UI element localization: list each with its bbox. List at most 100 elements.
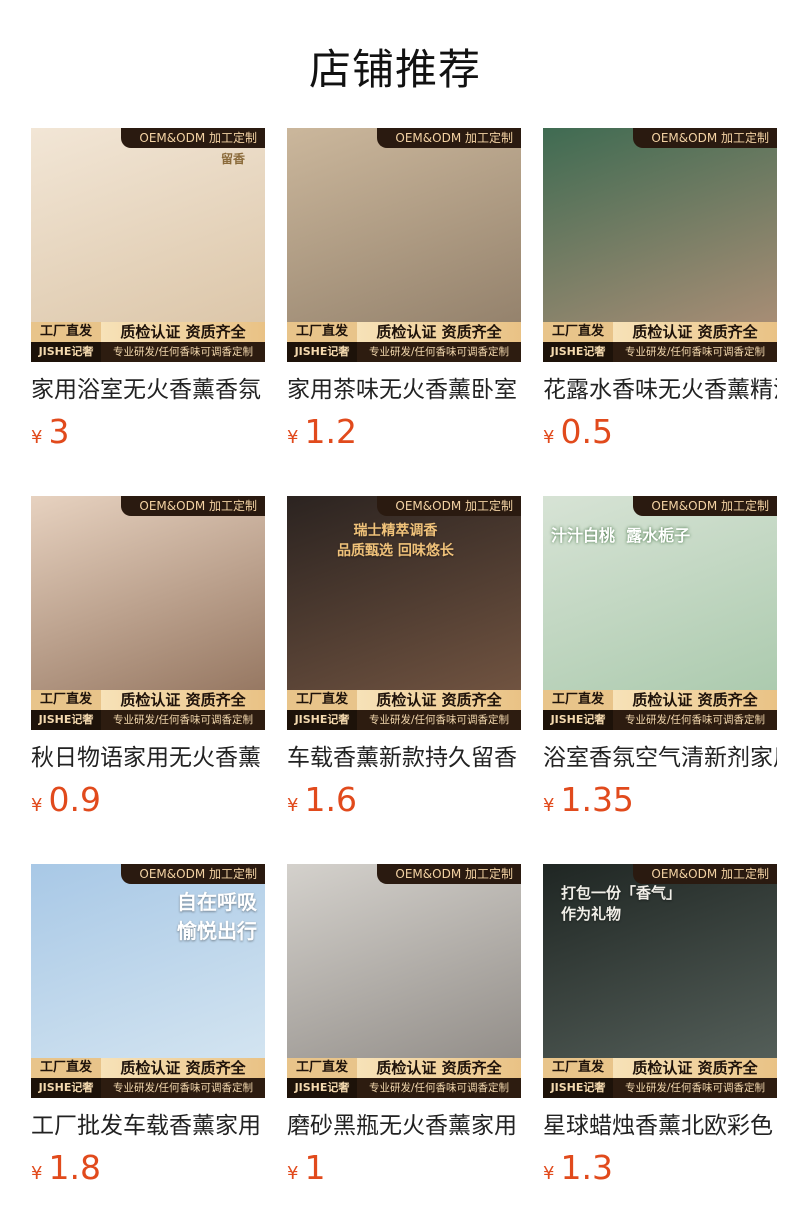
product-card[interactable]: OEM&ODM 加工定制 工厂直发 JISHE记奢 质检认证 资质齐全 专业研发… bbox=[543, 864, 777, 1188]
brand-label: JISHE记奢 bbox=[543, 710, 613, 730]
factory-label: 工厂直发 bbox=[287, 1058, 357, 1078]
service-label: 专业研发/任何香味可调香定制 bbox=[357, 1078, 521, 1098]
factory-label: 工厂直发 bbox=[31, 690, 101, 710]
oem-tag: OEM&ODM 加工定制 bbox=[633, 496, 777, 516]
product-price: ¥0.5 bbox=[543, 412, 777, 452]
product-image[interactable]: OEM&ODM 加工定制 工厂直发 JISHE记奢 质检认证 资质齐全 专业研发… bbox=[287, 864, 521, 1098]
currency-symbol: ¥ bbox=[287, 1163, 299, 1184]
product-card[interactable]: OEM&ODM 加工定制 工厂直发 JISHE记奢 质检认证 资质齐全 专业研发… bbox=[31, 496, 265, 820]
currency-symbol: ¥ bbox=[31, 427, 43, 448]
factory-label: 工厂直发 bbox=[31, 322, 101, 342]
product-image[interactable]: OEM&ODM 加工定制 工厂直发 JISHE记奢 质检认证 资质齐全 专业研发… bbox=[31, 864, 265, 1098]
product-card[interactable]: OEM&ODM 加工定制 工厂直发 JISHE记奢 质检认证 资质齐全 专业研发… bbox=[287, 496, 521, 820]
image-overlay-text: 留香 bbox=[220, 152, 245, 166]
product-grid: OEM&ODM 加工定制 工厂直发 JISHE记奢 质检认证 资质齐全 专业研发… bbox=[0, 0, 790, 1232]
price-value: 0.9 bbox=[48, 780, 101, 819]
oem-tag: OEM&ODM 加工定制 bbox=[121, 128, 265, 148]
price-value: 1 bbox=[304, 1148, 326, 1187]
product-name[interactable]: 星球蜡烛香薰北欧彩色 bbox=[543, 1110, 777, 1142]
product-card[interactable]: OEM&ODM 加工定制 工厂直发 JISHE记奢 质检认证 资质齐全 专业研发… bbox=[31, 864, 265, 1188]
currency-symbol: ¥ bbox=[31, 1163, 43, 1184]
product-name[interactable]: 浴室香氛空气清新剂家用 bbox=[543, 742, 777, 774]
service-label: 专业研发/任何香味可调香定制 bbox=[357, 710, 521, 730]
promo-banner: 工厂直发 JISHE记奢 质检认证 资质齐全 专业研发/任何香味可调香定制 bbox=[31, 690, 265, 730]
product-name[interactable]: 磨砂黑瓶无火香薰家用 bbox=[287, 1110, 521, 1142]
product-price: ¥1.6 bbox=[287, 780, 521, 820]
oem-tag: OEM&ODM 加工定制 bbox=[377, 864, 521, 884]
brand-label: JISHE记奢 bbox=[543, 342, 613, 362]
price-value: 1.3 bbox=[560, 1148, 613, 1187]
product-name[interactable]: 车载香薰新款持久留香 bbox=[287, 742, 521, 774]
product-card[interactable]: OEM&ODM 加工定制 工厂直发 JISHE记奢 质检认证 资质齐全 专业研发… bbox=[543, 128, 777, 452]
quality-label: 质检认证 资质齐全 bbox=[357, 1058, 521, 1078]
product-card[interactable]: OEM&ODM 加工定制 工厂直发 JISHE记奢 质检认证 资质齐全 专业研发… bbox=[31, 128, 265, 452]
oem-tag: OEM&ODM 加工定制 bbox=[633, 128, 777, 148]
factory-label: 工厂直发 bbox=[287, 322, 357, 342]
service-label: 专业研发/任何香味可调香定制 bbox=[357, 342, 521, 362]
product-price: ¥1.35 bbox=[543, 780, 777, 820]
quality-label: 质检认证 资质齐全 bbox=[101, 690, 265, 710]
price-value: 3 bbox=[48, 412, 70, 451]
quality-label: 质检认证 资质齐全 bbox=[613, 322, 777, 342]
factory-label: 工厂直发 bbox=[543, 690, 613, 710]
promo-banner: 工厂直发 JISHE记奢 质检认证 资质齐全 专业研发/任何香味可调香定制 bbox=[543, 690, 777, 730]
service-label: 专业研发/任何香味可调香定制 bbox=[613, 710, 777, 730]
brand-label: JISHE记奢 bbox=[287, 1078, 357, 1098]
service-label: 专业研发/任何香味可调香定制 bbox=[101, 342, 265, 362]
brand-label: JISHE记奢 bbox=[31, 342, 101, 362]
product-price: ¥3 bbox=[31, 412, 265, 452]
price-value: 1.35 bbox=[560, 780, 634, 819]
quality-label: 质检认证 资质齐全 bbox=[101, 322, 265, 342]
currency-symbol: ¥ bbox=[543, 1163, 555, 1184]
product-card[interactable]: OEM&ODM 加工定制 工厂直发 JISHE记奢 质检认证 资质齐全 专业研发… bbox=[287, 128, 521, 452]
product-name[interactable]: 家用浴室无火香薰香氛 bbox=[31, 374, 265, 406]
product-price: ¥0.9 bbox=[31, 780, 265, 820]
price-value: 1.6 bbox=[304, 780, 357, 819]
currency-symbol: ¥ bbox=[543, 795, 555, 816]
product-image[interactable]: OEM&ODM 加工定制 工厂直发 JISHE记奢 质检认证 资质齐全 专业研发… bbox=[543, 128, 777, 362]
factory-label: 工厂直发 bbox=[543, 1058, 613, 1078]
promo-banner: 工厂直发 JISHE记奢 质检认证 资质齐全 专业研发/任何香味可调香定制 bbox=[543, 322, 777, 362]
price-value: 1.2 bbox=[304, 412, 357, 451]
product-image[interactable]: OEM&ODM 加工定制 工厂直发 JISHE记奢 质检认证 资质齐全 专业研发… bbox=[543, 496, 777, 730]
oem-tag: OEM&ODM 加工定制 bbox=[121, 864, 265, 884]
service-label: 专业研发/任何香味可调香定制 bbox=[613, 1078, 777, 1098]
quality-label: 质检认证 资质齐全 bbox=[357, 322, 521, 342]
price-value: 1.8 bbox=[48, 1148, 101, 1187]
currency-symbol: ¥ bbox=[543, 427, 555, 448]
factory-label: 工厂直发 bbox=[543, 322, 613, 342]
product-name[interactable]: 秋日物语家用无火香薰 bbox=[31, 742, 265, 774]
service-label: 专业研发/任何香味可调香定制 bbox=[613, 342, 777, 362]
promo-banner: 工厂直发 JISHE记奢 质检认证 资质齐全 专业研发/任何香味可调香定制 bbox=[31, 1058, 265, 1098]
product-name[interactable]: 工厂批发车载香薰家用 bbox=[31, 1110, 265, 1142]
image-overlay-text: 自在呼吸 愉悦出行 bbox=[177, 890, 257, 943]
product-name[interactable]: 花露水香味无火香薰精油 bbox=[543, 374, 777, 406]
product-name[interactable]: 家用茶味无火香薰卧室 bbox=[287, 374, 521, 406]
currency-symbol: ¥ bbox=[287, 427, 299, 448]
product-image[interactable]: OEM&ODM 加工定制 工厂直发 JISHE记奢 质检认证 资质齐全 专业研发… bbox=[287, 128, 521, 362]
service-label: 专业研发/任何香味可调香定制 bbox=[101, 710, 265, 730]
promo-banner: 工厂直发 JISHE记奢 质检认证 资质齐全 专业研发/任何香味可调香定制 bbox=[287, 1058, 521, 1098]
service-label: 专业研发/任何香味可调香定制 bbox=[101, 1078, 265, 1098]
product-card[interactable]: OEM&ODM 加工定制 工厂直发 JISHE记奢 质检认证 资质齐全 专业研发… bbox=[543, 496, 777, 820]
factory-label: 工厂直发 bbox=[287, 690, 357, 710]
quality-label: 质检认证 资质齐全 bbox=[101, 1058, 265, 1078]
promo-banner: 工厂直发 JISHE记奢 质检认证 资质齐全 专业研发/任何香味可调香定制 bbox=[287, 690, 521, 730]
quality-label: 质检认证 资质齐全 bbox=[357, 690, 521, 710]
oem-tag: OEM&ODM 加工定制 bbox=[377, 128, 521, 148]
product-price: ¥1.3 bbox=[543, 1148, 777, 1188]
promo-banner: 工厂直发 JISHE记奢 质检认证 资质齐全 专业研发/任何香味可调香定制 bbox=[543, 1058, 777, 1098]
product-price: ¥1.2 bbox=[287, 412, 521, 452]
product-image[interactable]: OEM&ODM 加工定制 工厂直发 JISHE记奢 质检认证 资质齐全 专业研发… bbox=[31, 128, 265, 362]
product-image[interactable]: OEM&ODM 加工定制 工厂直发 JISHE记奢 质检认证 资质齐全 专业研发… bbox=[543, 864, 777, 1098]
oem-tag: OEM&ODM 加工定制 bbox=[121, 496, 265, 516]
factory-label: 工厂直发 bbox=[31, 1058, 101, 1078]
product-image[interactable]: OEM&ODM 加工定制 工厂直发 JISHE记奢 质检认证 资质齐全 专业研发… bbox=[287, 496, 521, 730]
product-card[interactable]: OEM&ODM 加工定制 工厂直发 JISHE记奢 质检认证 资质齐全 专业研发… bbox=[287, 864, 521, 1188]
image-overlay-text: 汁汁白桃 露水栀子 bbox=[551, 526, 691, 545]
price-value: 0.5 bbox=[560, 412, 613, 451]
promo-banner: 工厂直发 JISHE记奢 质检认证 资质齐全 专业研发/任何香味可调香定制 bbox=[31, 322, 265, 362]
image-overlay-text: 瑞士精萃调香 品质甄选 回味悠长 bbox=[337, 523, 454, 559]
product-image[interactable]: OEM&ODM 加工定制 工厂直发 JISHE记奢 质检认证 资质齐全 专业研发… bbox=[31, 496, 265, 730]
brand-label: JISHE记奢 bbox=[31, 710, 101, 730]
